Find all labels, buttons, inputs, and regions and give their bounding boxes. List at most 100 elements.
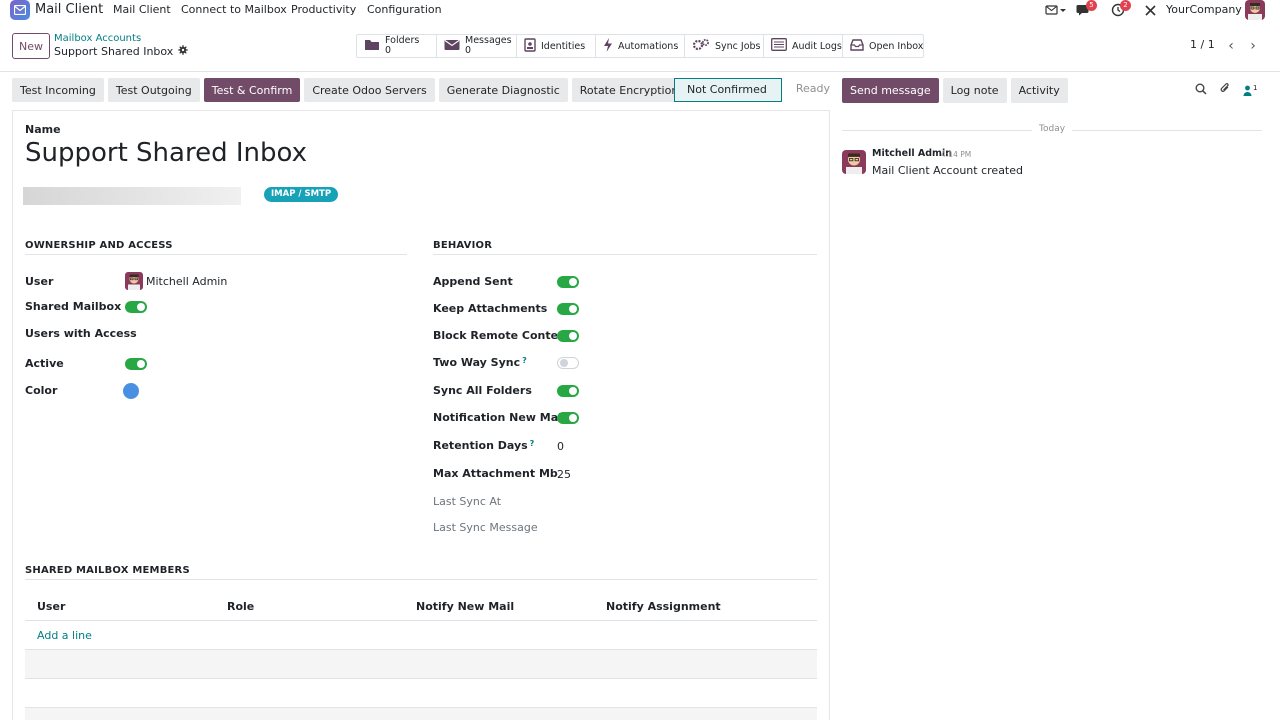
add-a-line-link[interactable]: Add a line bbox=[37, 629, 92, 642]
table-row: Add a line bbox=[25, 621, 817, 650]
smart-button-messages[interactable]: Messages 0 bbox=[437, 35, 517, 57]
top-navbar: Mail Client Mail Client Connect to Mailb… bbox=[0, 0, 1280, 20]
color-picker[interactable] bbox=[123, 383, 139, 399]
test-outgoing-button[interactable]: Test Outgoing bbox=[107, 78, 200, 102]
inbox-icon bbox=[850, 38, 864, 54]
section-divider bbox=[25, 254, 407, 255]
max-attachment-mb-value[interactable]: 25 bbox=[557, 468, 571, 481]
generate-diagnostic-button[interactable]: Generate Diagnostic bbox=[438, 78, 568, 102]
max-attachment-mb-label: Max Attachment Mb bbox=[433, 467, 558, 480]
block-remote-content-toggle[interactable] bbox=[557, 330, 579, 342]
folder-icon bbox=[364, 38, 380, 54]
help-tooltip-icon[interactable]: ? bbox=[522, 356, 527, 365]
record-name-field[interactable]: Support Shared Inbox bbox=[25, 138, 307, 168]
append-sent-label: Append Sent bbox=[433, 275, 513, 288]
shared-mailbox-toggle[interactable] bbox=[125, 301, 147, 313]
new-button[interactable]: New bbox=[12, 33, 50, 59]
table-row bbox=[25, 650, 817, 679]
smart-button-audit-logs-label: Audit Logs bbox=[792, 40, 842, 52]
sync-all-folders-label: Sync All Folders bbox=[433, 384, 532, 397]
column-notify-new-mail[interactable]: Notify New Mail bbox=[416, 600, 514, 613]
app-brand[interactable] bbox=[10, 0, 30, 20]
separator-line bbox=[1072, 130, 1262, 131]
menu-mail-client[interactable]: Mail Client bbox=[113, 0, 171, 20]
debug-tools-icon[interactable] bbox=[1144, 2, 1157, 18]
breadcrumb-current: Support Shared Inbox bbox=[54, 45, 189, 58]
message-body: Mail Client Account created bbox=[872, 164, 1023, 177]
menu-productivity[interactable]: Productivity bbox=[291, 0, 356, 20]
section-ownership-title: OWNERSHIP AND ACCESS bbox=[25, 240, 173, 251]
send-message-button[interactable]: Send message bbox=[842, 78, 939, 103]
smart-button-open-inbox[interactable]: Open Inbox bbox=[843, 35, 923, 57]
breadcrumb-parent[interactable]: Mailbox Accounts bbox=[54, 33, 141, 44]
user-avatar[interactable] bbox=[1245, 0, 1265, 20]
gear-icon[interactable] bbox=[178, 45, 189, 58]
paperclip-icon[interactable] bbox=[1219, 82, 1231, 98]
breadcrumb-current-label: Support Shared Inbox bbox=[54, 45, 174, 58]
chat-bubbles-icon[interactable]: 5 bbox=[1076, 0, 1097, 18]
pager-value: 1 / 1 bbox=[1190, 38, 1215, 51]
notification-new-mail-toggle[interactable] bbox=[557, 412, 579, 424]
protocol-tag: IMAP / SMTP bbox=[264, 187, 339, 202]
smart-button-identities[interactable]: Identities bbox=[517, 35, 596, 57]
smart-button-folders[interactable]: Folders 0 bbox=[357, 35, 437, 57]
test-incoming-button[interactable]: Test Incoming bbox=[12, 78, 104, 102]
smart-button-sync-jobs[interactable]: Sync Jobs bbox=[685, 35, 764, 57]
section-members-title: SHARED MAILBOX MEMBERS bbox=[25, 565, 190, 576]
bolt-icon bbox=[603, 37, 613, 55]
retention-days-value[interactable]: 0 bbox=[557, 440, 564, 453]
message-author[interactable]: Mitchell Admin bbox=[872, 148, 952, 159]
statusbar: Not Confirmed Ready bbox=[674, 78, 842, 102]
notification-new-mail-label: Notification New Mail bbox=[433, 411, 566, 424]
date-separator-label: Today bbox=[1039, 124, 1066, 134]
followers-icon[interactable]: 1 bbox=[1243, 83, 1258, 96]
section-divider bbox=[433, 254, 817, 255]
email-field-redacted[interactable] bbox=[23, 187, 241, 205]
append-sent-toggle[interactable] bbox=[557, 276, 579, 288]
id-card-icon bbox=[524, 37, 536, 55]
menu-configuration[interactable]: Configuration bbox=[367, 0, 442, 20]
two-way-sync-label-text: Two Way Sync bbox=[433, 356, 521, 369]
name-label: Name bbox=[25, 123, 61, 136]
column-notify-assignment[interactable]: Notify Assignment bbox=[606, 600, 721, 613]
smart-button-folders-count: 0 bbox=[385, 45, 392, 56]
smart-button-audit-logs[interactable]: Audit Logs bbox=[764, 35, 843, 57]
test-and-confirm-button[interactable]: Test & Confirm bbox=[203, 78, 301, 102]
mail-dropdown-icon[interactable] bbox=[1045, 2, 1067, 18]
menu-connect-to-mailbox[interactable]: Connect to Mailbox bbox=[181, 0, 287, 20]
status-ready[interactable]: Ready bbox=[782, 78, 842, 102]
user-value[interactable]: Mitchell Admin bbox=[146, 275, 227, 288]
create-odoo-servers-button[interactable]: Create Odoo Servers bbox=[304, 78, 435, 102]
log-note-button[interactable]: Log note bbox=[942, 78, 1007, 103]
pager-controls: ‹ › bbox=[1220, 34, 1264, 58]
form-sheet: Name Support Shared Inbox IMAP / SMTP OW… bbox=[12, 110, 830, 720]
smart-button-automations[interactable]: Automations bbox=[596, 35, 685, 57]
header-action-buttons: Test Incoming Test Outgoing Test & Confi… bbox=[12, 78, 687, 102]
members-table-header: User Role Notify New Mail Notify Assignm… bbox=[25, 591, 817, 621]
keep-attachments-toggle[interactable] bbox=[557, 303, 579, 315]
chatter-icons: 1 bbox=[1195, 82, 1257, 98]
followers-count: 1 bbox=[1253, 83, 1258, 92]
two-way-sync-toggle[interactable] bbox=[557, 357, 579, 369]
status-not-confirmed[interactable]: Not Confirmed bbox=[674, 78, 782, 102]
retention-days-label-text: Retention Days bbox=[433, 439, 528, 452]
block-remote-content-label: Block Remote Content bbox=[433, 329, 572, 342]
retention-days-label: Retention Days? bbox=[433, 439, 534, 452]
rotate-encryption-button[interactable]: Rotate Encryption bbox=[571, 78, 687, 102]
smart-buttons-bar: Folders 0 Messages 0 Identities Automation… bbox=[356, 34, 924, 58]
message-author-avatar[interactable] bbox=[842, 150, 866, 174]
company-switcher[interactable]: YourCompany bbox=[1166, 0, 1242, 20]
pager-previous-icon[interactable]: ‹ bbox=[1220, 34, 1242, 58]
sync-all-folders-toggle[interactable] bbox=[557, 385, 579, 397]
app-title[interactable]: Mail Client bbox=[35, 0, 103, 20]
help-tooltip-icon[interactable]: ? bbox=[530, 439, 535, 448]
activity-button[interactable]: Activity bbox=[1010, 78, 1068, 103]
column-role[interactable]: Role bbox=[227, 600, 254, 613]
search-icon[interactable] bbox=[1195, 83, 1207, 98]
activities-badge: 2 bbox=[1120, 0, 1131, 11]
clock-activity-icon[interactable]: 2 bbox=[1111, 0, 1131, 18]
mail-app-icon bbox=[10, 0, 30, 20]
pager-next-icon[interactable]: › bbox=[1242, 34, 1264, 58]
column-user[interactable]: User bbox=[37, 600, 65, 613]
active-toggle[interactable] bbox=[125, 358, 147, 370]
